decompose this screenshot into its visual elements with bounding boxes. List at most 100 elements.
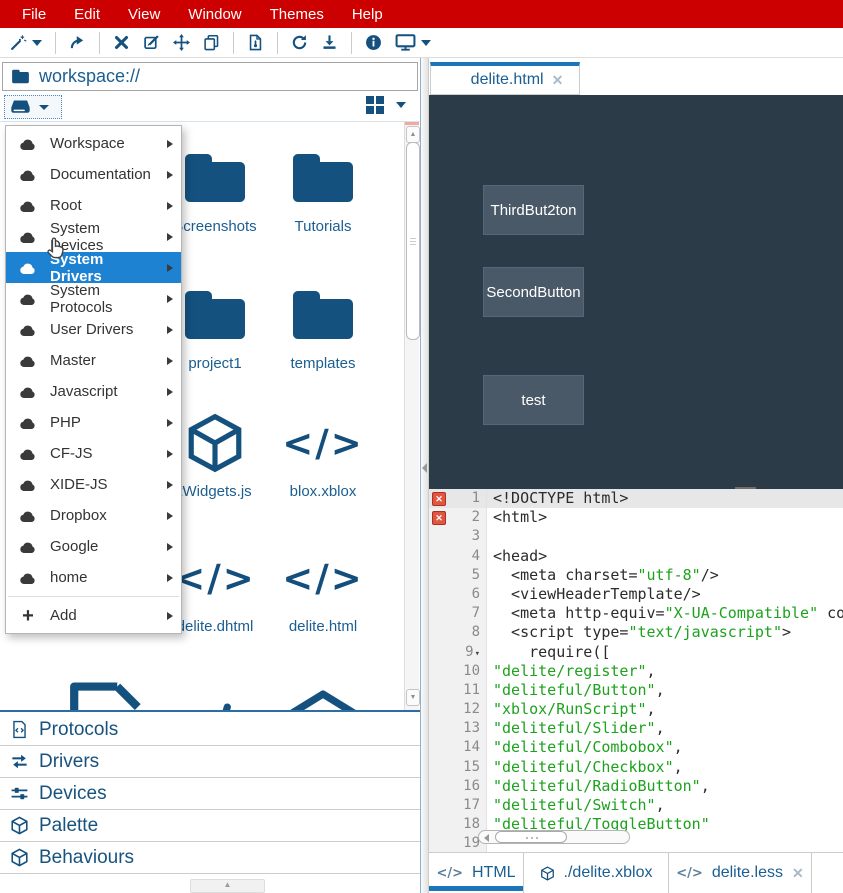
preview-button-thirdbut2ton[interactable]: ThirdBut2ton — [483, 185, 584, 235]
info-button[interactable] — [365, 34, 382, 51]
move-button[interactable] — [173, 34, 190, 51]
file-button[interactable] — [247, 34, 264, 51]
menubar-item-file[interactable]: File — [8, 1, 60, 28]
gutter-cell — [429, 834, 449, 852]
accordion-header-protocols[interactable]: Protocols — [0, 714, 420, 746]
tab-delite-html[interactable]: delite.html ✕ — [430, 62, 580, 95]
code-line-8[interactable]: 8 <script type="text/javascript"> — [429, 623, 843, 642]
code-line-15[interactable]: 15"deliteful/Checkbox", — [429, 758, 843, 777]
menu-item-user-drivers[interactable]: User Drivers — [6, 314, 181, 345]
editor-horizontal-scrollbar[interactable] — [478, 830, 630, 844]
menu-item-php[interactable]: PHP — [6, 407, 181, 438]
file-grid-scrollbar[interactable]: ▲ ▼ — [404, 122, 419, 711]
code-line-17[interactable]: 17"deliteful/Switch", — [429, 796, 843, 815]
monitor-button[interactable] — [395, 34, 431, 51]
outline-doc-icon — [55, 671, 159, 712]
magic-wand-icon — [10, 34, 27, 51]
file-item-delite-html[interactable]: </>delite.html — [271, 544, 375, 635]
menu-item-cf-js[interactable]: CF-JS — [6, 438, 181, 469]
magic-wand-button[interactable] — [10, 34, 42, 51]
fold-arrow-icon[interactable]: ▾ — [475, 649, 480, 659]
menu-item-system-drivers[interactable]: System Drivers — [6, 252, 181, 283]
code-line-6[interactable]: 6 <viewHeaderTemplate/> — [429, 585, 843, 604]
menu-item-system-devices[interactable]: System Devices — [6, 221, 181, 252]
menu-item-master[interactable]: Master — [6, 345, 181, 376]
menu-item-label: Google — [50, 538, 154, 555]
splitter-collapse-handle[interactable]: ▲ — [190, 879, 265, 893]
file-item-item[interactable] — [163, 671, 267, 712]
code-line-2[interactable]: ✕2<html> — [429, 508, 843, 527]
close-button[interactable] — [113, 34, 130, 51]
edit-button[interactable] — [143, 34, 160, 51]
code-line-3[interactable]: 3 — [429, 527, 843, 546]
slash-marks-icon — [174, 674, 256, 712]
menu-item-javascript[interactable]: Javascript — [6, 376, 181, 407]
bottom-tab-delite-xblox[interactable]: ./delite.xblox — [524, 853, 669, 893]
refresh-button[interactable] — [291, 34, 308, 51]
close-icon[interactable]: ✕ — [552, 72, 564, 89]
menu-item-add[interactable]: +Add — [6, 600, 181, 631]
file-item-blox-xblox[interactable]: </>blox.xblox — [271, 409, 375, 500]
code-line-16[interactable]: 16"deliteful/RadioButton", — [429, 777, 843, 796]
menu-item-google[interactable]: Google — [6, 531, 181, 562]
code-line-4[interactable]: 4<head> — [429, 547, 843, 566]
scroll-down-button[interactable]: ▼ — [406, 689, 420, 706]
line-number: 3 — [449, 527, 487, 546]
scroll-up-button[interactable]: ▲ — [406, 126, 420, 143]
code-line-1[interactable]: ✕1<!DOCTYPE html> — [429, 489, 843, 508]
file-item-tutorials[interactable]: Tutorials — [271, 144, 375, 235]
menu-item-system-protocols[interactable]: System Protocols — [6, 283, 181, 314]
code-line-9[interactable]: 9▾ require([ — [429, 643, 843, 662]
code-line-10[interactable]: 10"delite/register", — [429, 662, 843, 681]
preview-button-test[interactable]: test — [483, 375, 584, 425]
code-text — [487, 527, 843, 546]
scrollbar-thumb[interactable] — [495, 831, 567, 843]
copy-button[interactable] — [203, 34, 220, 51]
code-line-7[interactable]: 7 <meta http-equiv="X-UA-Compatible" con… — [429, 604, 843, 623]
accordion-header-drivers[interactable]: Drivers — [0, 746, 420, 778]
bottom-tab-delite-less[interactable]: </>delite.less✕ — [669, 853, 812, 893]
refresh-icon — [291, 34, 308, 51]
menubar-item-help[interactable]: Help — [338, 1, 397, 28]
accordion-header-palette[interactable]: Palette — [0, 810, 420, 842]
file-item-templates[interactable]: templates — [271, 281, 375, 372]
menu-item-label: Add — [50, 607, 154, 624]
file-label: templates — [271, 355, 375, 372]
file-item-item[interactable] — [271, 671, 375, 712]
accordion-header-devices[interactable]: Devices — [0, 778, 420, 810]
close-icon[interactable]: ✕ — [792, 865, 804, 882]
drive-selector-button[interactable] — [4, 95, 62, 119]
menu-item-xide-js[interactable]: XIDE-JS — [6, 469, 181, 500]
code-line-11[interactable]: 11"deliteful/Button", — [429, 681, 843, 700]
code-line-14[interactable]: 14"deliteful/Combobox", — [429, 738, 843, 757]
menu-item-root[interactable]: Root — [6, 190, 181, 221]
menu-item-documentation[interactable]: Documentation — [6, 159, 181, 190]
code-line-12[interactable]: 12"xblox/RunScript", — [429, 700, 843, 719]
cloud-icon — [19, 137, 37, 151]
scrollbar-thumb[interactable] — [406, 142, 420, 340]
download-button[interactable] — [321, 34, 338, 51]
redo-button[interactable] — [69, 34, 86, 51]
code-icon: </> — [271, 544, 375, 612]
code-editor[interactable]: ✕1<!DOCTYPE html>✕2<html>34<head>5 <meta… — [429, 489, 843, 852]
accordion-label: Protocols — [39, 719, 118, 741]
gutter-cell — [429, 566, 449, 585]
code-line-5[interactable]: 5 <meta charset="utf-8"/> — [429, 566, 843, 585]
view-mode-button[interactable] — [366, 96, 406, 114]
address-bar[interactable]: workspace:// — [2, 62, 418, 91]
menu-item-dropbox[interactable]: Dropbox — [6, 500, 181, 531]
menubar-item-window[interactable]: Window — [174, 1, 255, 28]
accordion-header-behaviours[interactable]: Behaviours — [0, 842, 420, 874]
bottom-tab-html[interactable]: </>HTML — [429, 853, 524, 893]
menubar-item-themes[interactable]: Themes — [256, 1, 338, 28]
code-icon: </> — [271, 409, 375, 477]
menu-item-home[interactable]: home — [6, 562, 181, 593]
preview-button-secondbutton[interactable]: SecondButton — [483, 267, 584, 317]
line-number: 8 — [449, 623, 487, 642]
menubar-item-edit[interactable]: Edit — [60, 1, 114, 28]
code-line-13[interactable]: 13"deliteful/Slider", — [429, 719, 843, 738]
file-item-item[interactable] — [55, 671, 159, 712]
menubar-item-view[interactable]: View — [114, 1, 174, 28]
vertical-splitter[interactable] — [421, 58, 429, 893]
menu-item-workspace[interactable]: Workspace — [6, 128, 181, 159]
